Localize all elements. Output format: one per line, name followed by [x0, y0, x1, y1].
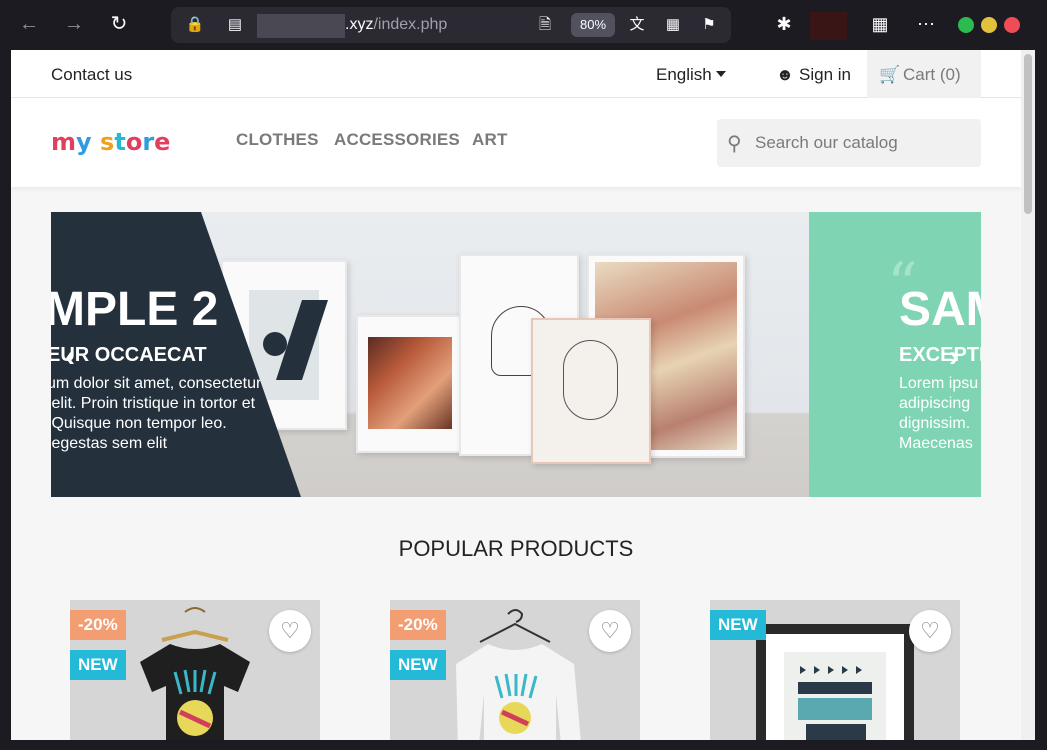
- heart-icon[interactable]: ♡: [269, 610, 311, 652]
- back-icon[interactable]: ←: [16, 11, 42, 37]
- top-nav: Contact us English ☻ Sign in 🛒 Cart (0): [11, 50, 1021, 98]
- scrollbar-thumb[interactable]: [1024, 54, 1032, 214]
- menu-clothes[interactable]: CLOTHES: [236, 130, 319, 150]
- new-badge: NEW: [390, 650, 446, 680]
- contact-link[interactable]: Contact us: [51, 65, 132, 85]
- browser-toolbar: ← → ↻ 🔒 ▤ .xyz/index.php 🗎 80% 文 ▦ ⚑ ✱ ▦…: [0, 0, 1047, 50]
- menu-art[interactable]: ART: [472, 130, 508, 150]
- lock-icon[interactable]: 🔒: [185, 15, 205, 35]
- site-header: my store CLOTHES ACCESSORIES ART ⚲: [11, 98, 1021, 187]
- hero-carousel[interactable]: MPLE 2 EUR OCCAECAT um dolor sit amet, c…: [51, 212, 981, 497]
- close-icon[interactable]: [1004, 17, 1020, 33]
- puzzle-icon[interactable]: ✱: [772, 12, 796, 36]
- product-card[interactable]: NEW ♡: [710, 600, 960, 740]
- sign-in-label: Sign in: [799, 65, 851, 84]
- url-bar[interactable]: 🔒 ▤ .xyz/index.php 🗎 80% 文 ▦ ⚑: [171, 7, 731, 43]
- product-card[interactable]: -20% NEW ♡: [70, 600, 320, 740]
- translate-icon[interactable]: 文: [627, 15, 647, 35]
- product-card[interactable]: -20% NEW ♡: [390, 600, 640, 740]
- site-info-icon[interactable]: ▤: [225, 15, 245, 35]
- prev-arrow-icon[interactable]: ‹: [65, 340, 75, 374]
- slide2-text: Lorem ipsu adipiscing dignissim. Maecena…: [899, 375, 979, 452]
- cart-label: Cart (0): [903, 65, 961, 84]
- user-icon: ☻: [776, 65, 794, 84]
- frame-abstract-face: [531, 318, 651, 464]
- heart-icon[interactable]: ♡: [589, 610, 631, 652]
- language-label: English: [656, 65, 712, 84]
- apps-icon[interactable]: ▦: [868, 12, 892, 36]
- section-title: POPULAR PRODUCTS: [398, 536, 634, 561]
- extensions-grid-icon[interactable]: ▦: [663, 15, 683, 35]
- caret-down-icon: [715, 71, 726, 77]
- slide-image: [201, 212, 811, 497]
- menu-icon[interactable]: ⋯: [914, 12, 938, 36]
- heart-icon[interactable]: ♡: [909, 610, 951, 652]
- minimize-icon[interactable]: [958, 17, 974, 33]
- new-badge: NEW: [710, 610, 766, 640]
- new-badge: NEW: [70, 650, 126, 680]
- zoom-level[interactable]: 80%: [571, 13, 615, 37]
- url-redacted: [257, 14, 345, 38]
- language-selector[interactable]: English: [656, 65, 726, 85]
- search-icon[interactable]: ⚲: [727, 131, 742, 156]
- search-input[interactable]: [755, 131, 965, 155]
- discount-badge: -20%: [390, 610, 446, 640]
- url-text[interactable]: .xyz/index.php: [345, 15, 447, 35]
- cart-button[interactable]: 🛒 Cart (0): [867, 50, 981, 98]
- reload-icon[interactable]: ↻: [106, 11, 132, 37]
- slide2-subtitle: EXCEPTE: [899, 344, 981, 366]
- menu-accessories[interactable]: ACCESSORIES: [334, 130, 460, 150]
- forward-icon[interactable]: →: [61, 11, 87, 37]
- profile-badge[interactable]: [810, 12, 847, 40]
- page-scrollbar[interactable]: [1021, 50, 1035, 740]
- sign-in-link[interactable]: ☻ Sign in: [775, 65, 851, 85]
- discount-badge: -20%: [70, 610, 126, 640]
- slide1-text: um dolor sit amet, consectetur elit. Pro…: [51, 375, 262, 452]
- maximize-icon[interactable]: [981, 17, 997, 33]
- cart-icon: 🛒: [879, 65, 901, 84]
- slide1-title: MPLE 2: [51, 283, 219, 336]
- store-logo[interactable]: my store: [51, 128, 170, 156]
- bookmark-icon[interactable]: ⚑: [699, 15, 719, 35]
- search-box: ⚲: [717, 119, 981, 167]
- frame-canyon: [356, 315, 461, 453]
- slide2-title: SAM: [899, 283, 981, 336]
- reader-view-icon[interactable]: 🗎: [535, 15, 555, 35]
- page-viewport: Contact us English ☻ Sign in 🛒 Cart (0) my…: [11, 50, 1035, 740]
- next-arrow-icon[interactable]: ›: [949, 340, 959, 374]
